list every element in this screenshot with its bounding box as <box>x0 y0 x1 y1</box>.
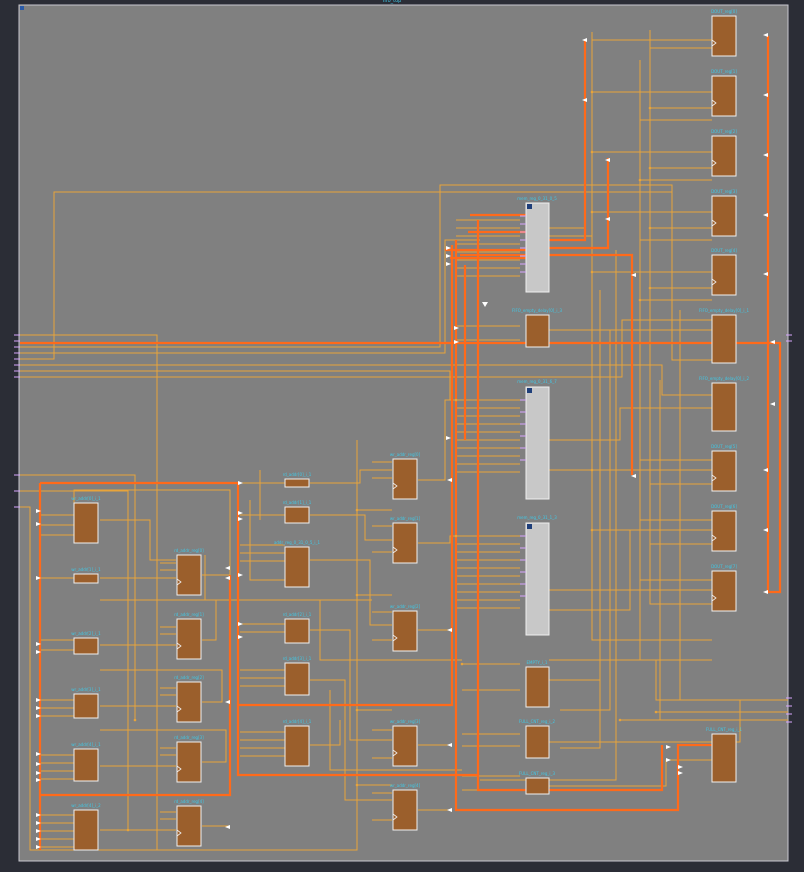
label-wr-addr-reg-2: wr_addr_reg[2] <box>390 604 421 609</box>
cell-rd-addr-reg-4[interactable] <box>176 805 202 847</box>
label-rd-addr-reg-4: rd_addr_reg[4] <box>174 799 204 804</box>
label-wr-addr-reg-1: wr_addr_reg[1] <box>390 516 421 521</box>
cell-dout-reg-1[interactable] <box>711 75 737 117</box>
cell-rd-addr-2[interactable] <box>284 618 310 644</box>
label-rd-addr-reg-2: rd_addr_reg[2] <box>174 675 204 680</box>
label-wr-addr-3: wr_addr[3]_i_1 <box>71 687 101 692</box>
cell-wr-addr-4[interactable] <box>73 748 99 782</box>
label-full-cnt-3: FULL_CNT_reg_i_3 <box>519 771 556 776</box>
corner-marker <box>20 6 24 10</box>
label-rd-addr-2: rd_addr[2]_i_1 <box>283 612 312 617</box>
label-ram-0: mem_reg_0_31_0_5 <box>517 196 557 201</box>
label-wr-addr-1: wr_addr[1]_i_1 <box>71 567 101 572</box>
label-wr-addr-4: wr_addr[4]_i_1 <box>71 742 101 747</box>
label-rd-addr-3: rd_addr[3]_i_1 <box>283 656 312 661</box>
ram-blocks <box>525 202 550 636</box>
cell-wr-addr-4-2[interactable] <box>73 809 99 851</box>
label-wr-addr-0: wr_addr[0]_i_1 <box>71 496 101 501</box>
cell-dout-reg-5[interactable] <box>711 450 737 492</box>
label-rd-addr-1: rd_addr[1]_i_1 <box>283 500 312 505</box>
cell-wr-addr-1[interactable] <box>73 573 99 584</box>
cell-dout-reg-4[interactable] <box>711 254 737 296</box>
label-wr-addr-reg-0: wr_addr_reg[0] <box>390 452 421 457</box>
label-rd-addr-reg-0: rd_addr_reg[0] <box>174 548 204 553</box>
label-empty: EMPTY_i_1 <box>527 660 548 665</box>
design-title: fifo_top <box>383 0 402 4</box>
label-dout-reg-2: DOUT_reg[2] <box>711 129 737 134</box>
cell-full-cnt-1[interactable] <box>711 733 737 783</box>
cell-rd-addr-3[interactable] <box>284 662 310 696</box>
cell-wr-addr-reg-0[interactable] <box>392 458 418 500</box>
cell-wr-addr-0[interactable] <box>73 502 99 544</box>
label-wr-addr-4-2: wr_addr[4]_i_2 <box>71 803 101 808</box>
label-fifo-empty-delay-3: FIFO_empty_delay[0]_i_3 <box>512 308 562 313</box>
label-rd-addr-reg-1: rd_addr_reg[1] <box>174 612 204 617</box>
label-wr-addr-reg-4: wr_addr_reg[4] <box>390 783 421 788</box>
cell-rd-addr-1[interactable] <box>284 506 310 524</box>
cell-full-cnt-2[interactable] <box>525 725 550 759</box>
label-dout-reg-3: DOUT_reg[3] <box>711 189 737 194</box>
label-rd-addr-reg-3: rd_addr_reg[3] <box>174 735 204 740</box>
label-wr-addr-2: wr_addr[2]_i_1 <box>71 631 101 636</box>
label-full-cnt-2: FULL_CNT_reg_i_2 <box>519 719 556 724</box>
cell-addr-reg[interactable] <box>284 546 310 588</box>
label-addr-reg: addr_reg_0_31_0_5_i_1 <box>274 540 321 545</box>
cell-dout-reg-6[interactable] <box>711 510 737 552</box>
label-wr-addr-reg-3: wr_addr_reg[3] <box>390 719 421 724</box>
cell-wr-addr-reg-2[interactable] <box>392 610 418 652</box>
cell-rd-addr-reg-3[interactable] <box>176 741 202 783</box>
label-dout-reg-6: DOUT_reg[6] <box>711 504 737 509</box>
label-dout-reg-7: DOUT_reg[7] <box>711 564 737 569</box>
cell-rd-addr-4[interactable] <box>284 725 310 767</box>
cell-fifo-empty-delay-2[interactable] <box>711 382 737 432</box>
cell-wr-addr-2[interactable] <box>73 637 99 655</box>
cell-rd-addr-0[interactable] <box>284 478 310 488</box>
cell-dout-reg-7[interactable] <box>711 570 737 612</box>
label-ram-2: mem_reg_0_31_1_3 <box>517 515 557 520</box>
schematic-canvas[interactable]: fifo_top DOUT_reg[0] DOUT_reg[1] DOUT_re… <box>0 0 804 872</box>
cell-empty[interactable] <box>525 666 550 708</box>
cell-full-cnt-3[interactable] <box>525 777 550 795</box>
cell-dout-reg-0[interactable] <box>711 15 737 57</box>
label-fifo-empty-delay-2: FIFO_empty_delay[0]_i_2 <box>699 376 749 381</box>
cell-fifo-empty-delay-3[interactable] <box>525 314 550 348</box>
label-dout-reg-5: DOUT_reg[5] <box>711 444 737 449</box>
cell-dout-reg-3[interactable] <box>711 195 737 237</box>
cell-dout-reg-2[interactable] <box>711 135 737 177</box>
label-rd-addr-0: rd_addr[0]_i_1 <box>283 472 312 477</box>
ram-block-1[interactable] <box>525 386 550 500</box>
label-dout-reg-4: DOUT_reg[4] <box>711 248 737 253</box>
cell-rd-addr-reg-0[interactable] <box>176 554 202 596</box>
cell-wr-addr-3[interactable] <box>73 693 99 719</box>
ram-block-2[interactable] <box>525 522 550 636</box>
label-ram-1: mem_reg_0_31_6_7 <box>517 379 557 384</box>
label-full-cnt-1: FULL_CNT_reg_i_1 <box>706 727 743 732</box>
cell-wr-addr-reg-3[interactable] <box>392 725 418 767</box>
cell-rd-addr-reg-1[interactable] <box>176 618 202 660</box>
label-dout-reg-1: DOUT_reg[1] <box>711 69 737 74</box>
label-fifo-empty-delay-1: FIFO_empty_delay[0]_i_1 <box>699 308 749 313</box>
cell-fifo-empty-delay-1[interactable] <box>711 314 737 364</box>
cell-wr-addr-reg-1[interactable] <box>392 522 418 564</box>
ram-block-0[interactable] <box>525 202 550 293</box>
label-dout-reg-0: DOUT_reg[0] <box>711 9 737 14</box>
cell-wr-addr-reg-4[interactable] <box>392 789 418 831</box>
label-rd-addr-4: rd_addr[4]_i_1 <box>283 719 312 724</box>
cell-rd-addr-reg-2[interactable] <box>176 681 202 723</box>
